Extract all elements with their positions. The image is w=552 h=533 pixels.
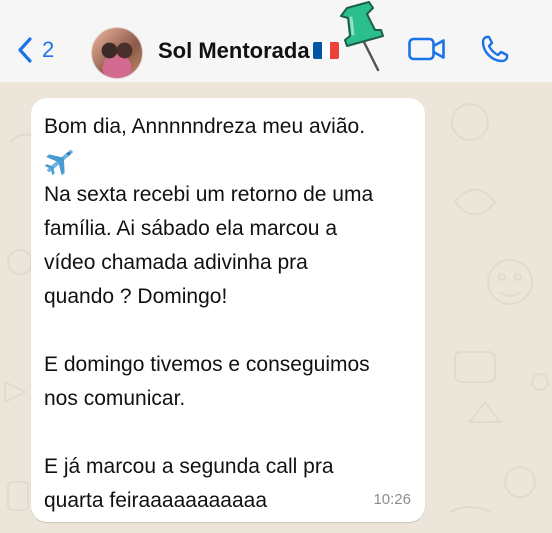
message-bubble[interactable]: Bom dia, Annnnndreza meu avião. Na sexta… xyxy=(31,98,425,522)
message-text: Bom dia, Annnnndreza meu avião. Na sexta… xyxy=(44,110,416,518)
video-call-icon[interactable] xyxy=(408,36,446,62)
message-line: E domingo tivemos e conseguimos xyxy=(44,353,370,376)
message-line: Na sexta recebi um retorno de uma xyxy=(44,183,374,206)
message-line: quarta feiraaaaaaaaaaa xyxy=(44,489,268,512)
avatar[interactable] xyxy=(91,27,143,79)
message-line: nos comunicar. xyxy=(44,387,186,410)
message-timestamp: 10:26 xyxy=(373,491,411,508)
contact-name[interactable]: Sol Mentorada xyxy=(158,38,310,64)
chat-header: 2 Sol Mentorada xyxy=(0,0,552,82)
message-line: quando ? Domingo! xyxy=(44,285,228,308)
chat-area[interactable]: Bom dia, Annnnndreza meu avião. Na sexta… xyxy=(0,82,552,533)
message-line: E já marcou a segunda call pra xyxy=(44,455,334,478)
back-chevron-icon xyxy=(18,37,32,63)
message-line: Bom dia, Annnnndreza meu avião. xyxy=(44,115,366,138)
airplane-icon xyxy=(44,144,416,178)
pushpin-icon xyxy=(340,1,384,72)
phone-call-icon[interactable] xyxy=(480,34,510,64)
unread-count: 2 xyxy=(42,37,55,62)
message-line: família. Ai sábado ela marcou a xyxy=(44,217,337,240)
back-button[interactable]: 2 xyxy=(16,36,54,64)
message-line: vídeo chamada adivinha pra xyxy=(44,251,308,274)
